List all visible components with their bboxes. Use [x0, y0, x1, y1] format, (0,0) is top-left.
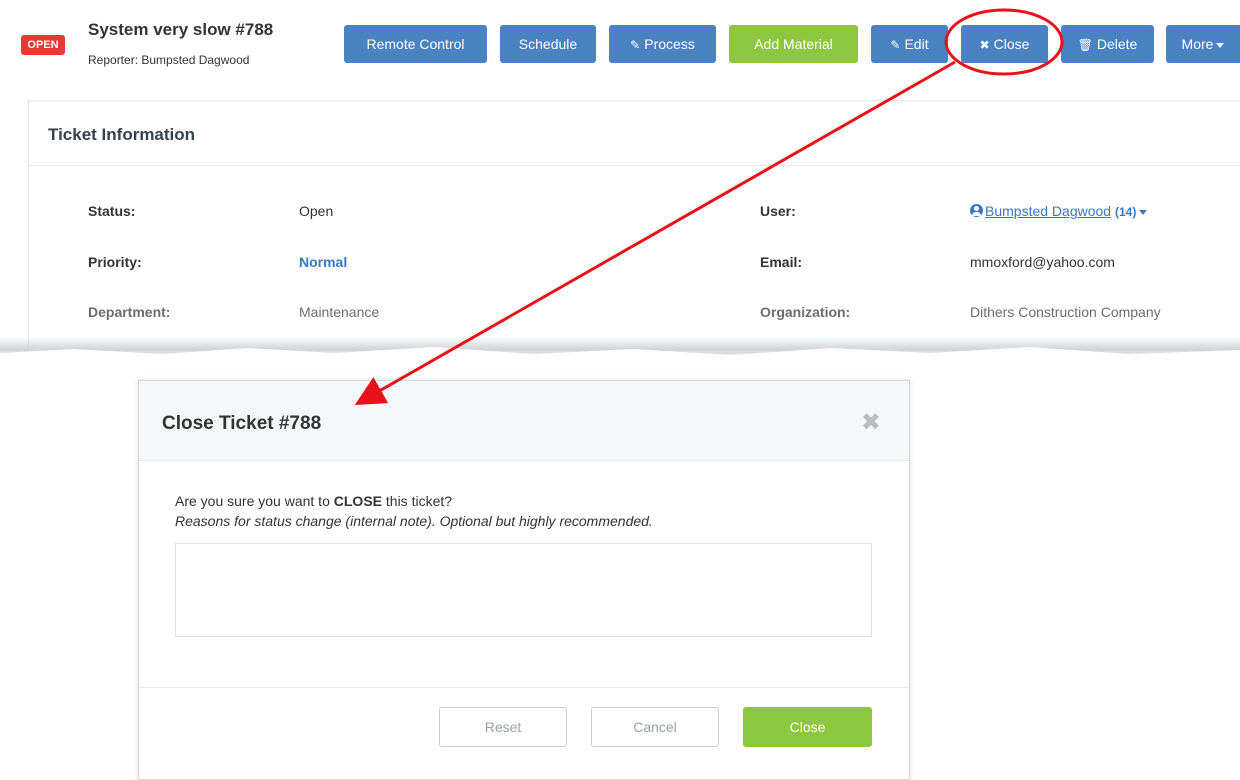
- add-material-label: Add Material: [754, 36, 833, 52]
- close-x-icon: ✖: [979, 38, 990, 52]
- email-value: mmoxford@yahoo.com: [970, 254, 1115, 270]
- schedule-label: Schedule: [518, 36, 578, 52]
- process-label: Process: [644, 36, 695, 52]
- delete-label: Delete: [1096, 36, 1138, 52]
- pencil-square-icon: ✎: [630, 38, 641, 52]
- confirm-question-action: CLOSE: [333, 493, 382, 509]
- user-circle-icon: [970, 204, 983, 217]
- more-label: More: [1181, 36, 1214, 52]
- dialog-close-icon[interactable]: ✖: [861, 411, 881, 435]
- confirm-close-label: Close: [789, 719, 826, 735]
- user-label: User:: [760, 203, 796, 219]
- status-badge: OPEN: [21, 35, 65, 55]
- edit-label: Edit: [904, 36, 929, 52]
- close-label: Close: [993, 36, 1030, 52]
- ticket-title: System very slow #788: [88, 20, 274, 39]
- user-field: Bumpsted Dagwood (14): [970, 203, 1148, 219]
- dialog-footer-divider: [139, 687, 909, 688]
- user-link[interactable]: Bumpsted Dagwood: [985, 203, 1111, 219]
- chevron-down-icon: [1216, 42, 1225, 48]
- reset-button[interactable]: Reset: [439, 707, 567, 747]
- email-label: Email:: [760, 254, 803, 270]
- confirm-question-prefix: Are you sure you want to: [175, 493, 334, 509]
- organization-label: Organization:: [760, 304, 851, 320]
- remote-control-button[interactable]: Remote Control: [344, 25, 487, 63]
- edit-button[interactable]: ✎ Edit: [871, 25, 948, 63]
- department-label: Department:: [88, 304, 171, 320]
- confirm-question: Are you sure you want to CLOSE this tick…: [175, 493, 452, 509]
- user-ticket-count[interactable]: (14): [1115, 205, 1136, 219]
- more-button[interactable]: More: [1166, 25, 1240, 63]
- confirm-close-button[interactable]: Close: [743, 707, 872, 747]
- edit-icon: ✎: [890, 38, 901, 52]
- close-ticket-dialog: Close Ticket #788 ✖ Are you sure you wan…: [138, 380, 910, 780]
- status-label: Status:: [88, 203, 136, 219]
- reason-textarea[interactable]: [175, 543, 872, 637]
- department-value: Maintenance: [299, 304, 380, 320]
- delete-button[interactable]: 🗑 Delete: [1061, 25, 1154, 63]
- ticket-header: OPEN System very slow #788 Reporter: Bum…: [0, 0, 1240, 86]
- organization-value: Dithers Construction Company: [970, 304, 1161, 320]
- process-button[interactable]: ✎ Process: [609, 25, 716, 63]
- confirm-question-suffix: this ticket?: [382, 493, 453, 509]
- close-button[interactable]: ✖ Close: [961, 25, 1048, 63]
- priority-label: Priority:: [88, 254, 142, 270]
- trash-icon: 🗑: [1077, 38, 1093, 52]
- dialog-header: Close Ticket #788 ✖: [139, 381, 909, 461]
- remote-control-label: Remote Control: [366, 36, 465, 52]
- chevron-down-icon[interactable]: [1139, 209, 1148, 215]
- reason-note: Reasons for status change (internal note…: [175, 513, 653, 529]
- ticket-reporter: Reporter: Bumpsted Dagwood: [88, 53, 250, 67]
- cancel-label: Cancel: [633, 719, 677, 735]
- dialog-title: Close Ticket #788: [162, 413, 322, 434]
- panel-divider: [29, 165, 1240, 166]
- reset-label: Reset: [484, 719, 522, 735]
- status-value: Open: [299, 203, 334, 219]
- ticket-information-panel: Ticket Information Status: Open Priority…: [28, 100, 1240, 360]
- schedule-button[interactable]: Schedule: [500, 25, 596, 63]
- panel-title: Ticket Information: [48, 125, 196, 144]
- priority-value[interactable]: Normal: [299, 254, 347, 270]
- cancel-button[interactable]: Cancel: [591, 707, 719, 747]
- add-material-button[interactable]: Add Material: [729, 25, 858, 63]
